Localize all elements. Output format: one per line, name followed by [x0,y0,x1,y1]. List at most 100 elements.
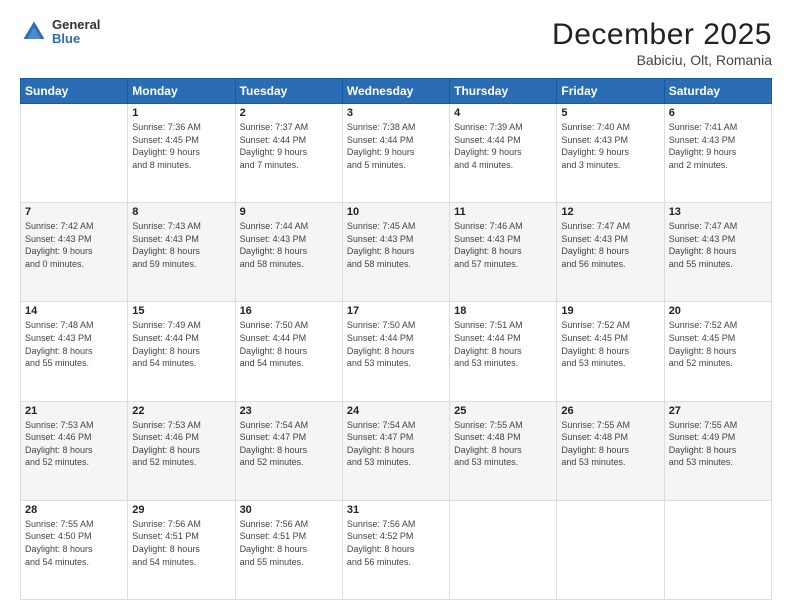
day-number: 30 [240,504,338,516]
day-number: 27 [669,405,767,417]
weekday-header-thursday: Thursday [450,79,557,104]
calendar-cell: 4Sunrise: 7:39 AMSunset: 4:44 PMDaylight… [450,104,557,203]
day-number: 1 [132,107,230,119]
logo-general-text: General [52,18,100,32]
day-info: Sunrise: 7:55 AMSunset: 4:48 PMDaylight:… [561,419,659,469]
calendar-cell [664,500,771,599]
day-number: 18 [454,305,552,317]
calendar-cell: 28Sunrise: 7:55 AMSunset: 4:50 PMDayligh… [21,500,128,599]
day-number: 17 [347,305,445,317]
calendar-cell: 8 Sunrise: 7:43 AMSunset: 4:43 PMDaylight… [128,203,235,302]
day-number: 12 [561,206,659,218]
day-info: Sunrise: 7:52 AMSunset: 4:45 PMDaylight:… [561,319,659,369]
calendar-cell: 23 Sunrise: 7:54 AMSunset: 4:47 PMDayligh… [235,401,342,500]
calendar-body: 1 Sunrise: 7:36 AMSunset: 4:45 PMDaylight… [21,104,772,600]
calendar-table: SundayMondayTuesdayWednesdayThursdayFrid… [20,78,772,600]
day-number: 31 [347,504,445,516]
day-number: 20 [669,305,767,317]
day-info: Sunrise: 7:46 AMSunset: 4:43 PMDaylight:… [454,220,552,270]
header: General Blue December 2025 Babiciu, Olt,… [20,18,772,68]
day-info: Sunrise: 7:52 AMSunset: 4:45 PMDaylight:… [669,319,767,369]
day-number: 11 [454,206,552,218]
day-info: Sunrise: 7:56 AMSunset: 4:51 PMDaylight:… [240,518,338,568]
week-row-0: 1 Sunrise: 7:36 AMSunset: 4:45 PMDaylight… [21,104,772,203]
calendar-cell: 27 Sunrise: 7:55 AMSunset: 4:49 PMDayligh… [664,401,771,500]
calendar-cell: 12 Sunrise: 7:47 AMSunset: 4:43 PMDayligh… [557,203,664,302]
week-row-4: 28Sunrise: 7:55 AMSunset: 4:50 PMDayligh… [21,500,772,599]
calendar-cell: 19Sunrise: 7:52 AMSunset: 4:45 PMDayligh… [557,302,664,401]
day-number: 5 [561,107,659,119]
day-info: Sunrise: 7:55 AMSunset: 4:48 PMDaylight:… [454,419,552,469]
page-subtitle: Babiciu, Olt, Romania [552,52,772,68]
logo-text: General Blue [52,18,100,47]
day-info: Sunrise: 7:38 AMSunset: 4:44 PMDaylight:… [347,121,445,171]
calendar-cell: 9Sunrise: 7:44 AMSunset: 4:43 PMDaylight… [235,203,342,302]
calendar-cell: 1 Sunrise: 7:36 AMSunset: 4:45 PMDaylight… [128,104,235,203]
calendar-cell: 24 Sunrise: 7:54 AMSunset: 4:47 PMDayligh… [342,401,449,500]
day-number: 21 [25,405,123,417]
day-number: 23 [240,405,338,417]
calendar-cell: 26 Sunrise: 7:55 AMSunset: 4:48 PMDayligh… [557,401,664,500]
day-info: Sunrise: 7:48 AMSunset: 4:43 PMDaylight:… [25,319,123,369]
logo-blue-text: Blue [52,32,100,46]
page-title: December 2025 [552,18,772,52]
day-info: Sunrise: 7:54 AMSunset: 4:47 PMDaylight:… [240,419,338,469]
day-info: Sunrise: 7:36 AMSunset: 4:45 PMDaylight:… [132,121,230,171]
day-info: Sunrise: 7:43 AMSunset: 4:43 PMDaylight:… [132,220,230,270]
weekday-header-sunday: Sunday [21,79,128,104]
day-info: Sunrise: 7:53 AMSunset: 4:46 PMDaylight:… [132,419,230,469]
calendar-cell: 20 Sunrise: 7:52 AMSunset: 4:45 PMDayligh… [664,302,771,401]
day-number: 15 [132,305,230,317]
day-info: Sunrise: 7:56 AMSunset: 4:51 PMDaylight:… [132,518,230,568]
week-row-3: 21 Sunrise: 7:53 AMSunset: 4:46 PMDayligh… [21,401,772,500]
day-info: Sunrise: 7:41 AMSunset: 4:43 PMDaylight:… [669,121,767,171]
day-info: Sunrise: 7:42 AMSunset: 4:43 PMDaylight:… [25,220,123,270]
day-number: 16 [240,305,338,317]
calendar-cell: 21Sunrise: 7:53 AMSunset: 4:46 PMDayligh… [21,401,128,500]
calendar-cell: 16 Sunrise: 7:50 AMSunset: 4:44 PMDayligh… [235,302,342,401]
calendar-cell: 17 Sunrise: 7:50 AMSunset: 4:44 PMDayligh… [342,302,449,401]
title-block: December 2025 Babiciu, Olt, Romania [552,18,772,68]
day-info: Sunrise: 7:51 AMSunset: 4:44 PMDaylight:… [454,319,552,369]
day-number: 14 [25,305,123,317]
day-info: Sunrise: 7:39 AMSunset: 4:44 PMDaylight:… [454,121,552,171]
day-info: Sunrise: 7:55 AMSunset: 4:49 PMDaylight:… [669,419,767,469]
day-info: Sunrise: 7:55 AMSunset: 4:50 PMDaylight:… [25,518,123,568]
day-number: 2 [240,107,338,119]
calendar-cell: 22 Sunrise: 7:53 AMSunset: 4:46 PMDayligh… [128,401,235,500]
weekday-header-monday: Monday [128,79,235,104]
weekday-header-row: SundayMondayTuesdayWednesdayThursdayFrid… [21,79,772,104]
day-info: Sunrise: 7:54 AMSunset: 4:47 PMDaylight:… [347,419,445,469]
calendar-cell [450,500,557,599]
page: General Blue December 2025 Babiciu, Olt,… [0,0,792,612]
calendar-header: SundayMondayTuesdayWednesdayThursdayFrid… [21,79,772,104]
calendar-cell: 15 Sunrise: 7:49 AMSunset: 4:44 PMDayligh… [128,302,235,401]
calendar-cell [557,500,664,599]
calendar-cell: 3Sunrise: 7:38 AMSunset: 4:44 PMDaylight… [342,104,449,203]
day-number: 26 [561,405,659,417]
day-number: 6 [669,107,767,119]
day-number: 8 [132,206,230,218]
day-info: Sunrise: 7:50 AMSunset: 4:44 PMDaylight:… [240,319,338,369]
day-number: 22 [132,405,230,417]
day-info: Sunrise: 7:44 AMSunset: 4:43 PMDaylight:… [240,220,338,270]
calendar-cell: 10Sunrise: 7:45 AMSunset: 4:43 PMDayligh… [342,203,449,302]
weekday-header-tuesday: Tuesday [235,79,342,104]
calendar-cell: 31Sunrise: 7:56 AMSunset: 4:52 PMDayligh… [342,500,449,599]
day-info: Sunrise: 7:49 AMSunset: 4:44 PMDaylight:… [132,319,230,369]
calendar-cell: 6 Sunrise: 7:41 AMSunset: 4:43 PMDaylight… [664,104,771,203]
day-info: Sunrise: 7:50 AMSunset: 4:44 PMDaylight:… [347,319,445,369]
calendar-cell: 25Sunrise: 7:55 AMSunset: 4:48 PMDayligh… [450,401,557,500]
calendar-cell: 11 Sunrise: 7:46 AMSunset: 4:43 PMDayligh… [450,203,557,302]
weekday-header-friday: Friday [557,79,664,104]
day-number: 7 [25,206,123,218]
day-info: Sunrise: 7:47 AMSunset: 4:43 PMDaylight:… [561,220,659,270]
logo: General Blue [20,18,100,47]
day-number: 24 [347,405,445,417]
weekday-header-saturday: Saturday [664,79,771,104]
weekday-header-wednesday: Wednesday [342,79,449,104]
calendar-cell: 2Sunrise: 7:37 AMSunset: 4:44 PMDaylight… [235,104,342,203]
calendar-cell: 5Sunrise: 7:40 AMSunset: 4:43 PMDaylight… [557,104,664,203]
calendar-cell: 13Sunrise: 7:47 AMSunset: 4:43 PMDayligh… [664,203,771,302]
logo-icon [20,18,48,46]
